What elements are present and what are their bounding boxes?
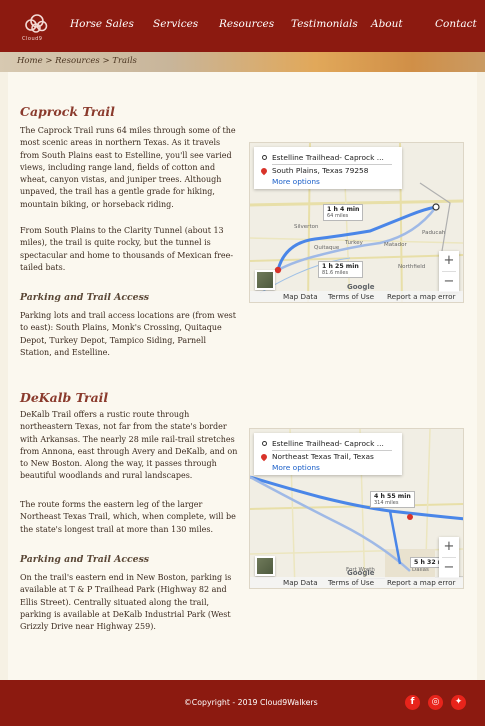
main-nav: Horse Sales Services Resources Testimoni… <box>0 18 485 34</box>
terms-of-use-link[interactable]: Terms of Use <box>328 578 374 587</box>
zoom-out-button[interactable]: − <box>439 272 459 292</box>
zoom-out-button[interactable]: − <box>439 558 459 578</box>
directions-origin[interactable]: Estelline Trailhead- Caprock ... <box>272 153 384 162</box>
route-info-box[interactable]: 4 h 55 min 314 miles <box>370 491 415 508</box>
caprock-paragraph-2: From South Plains to the Clarity Tunnel … <box>20 226 234 272</box>
instagram-icon[interactable]: ◎ <box>428 695 443 710</box>
origin-dot-icon <box>262 441 267 446</box>
satellite-toggle[interactable] <box>255 556 275 576</box>
route-distance: 314 miles <box>374 500 399 506</box>
route-time: 1 h 25 min <box>322 263 359 270</box>
destination-pin-icon <box>259 452 269 462</box>
dekalb-map[interactable]: Fort Worth Dallas 4 h 55 min 314 miles 5… <box>249 428 464 589</box>
nav-horse-sales[interactable]: Horse Sales <box>70 18 134 30</box>
caprock-access-title: Parking and Trail Access <box>20 292 150 303</box>
breadcrumb-separator: > <box>42 56 56 66</box>
origin-dot-icon <box>262 155 267 160</box>
nav-testimonials[interactable]: Testimonials <box>291 18 358 30</box>
directions-destination[interactable]: South Plains, Texas 79258 <box>272 166 368 175</box>
section-title-caprock: Caprock Trail <box>20 104 115 119</box>
caprock-access-text: Parking lots and trail access locations … <box>20 311 236 357</box>
google-attribution: Google <box>347 569 375 577</box>
zoom-in-button[interactable]: + <box>439 251 459 271</box>
section-title-dekalb: DeKalb Trail <box>20 390 109 405</box>
copyright-text: ©Copyright - 2019 Cloud9Walkers <box>184 698 318 707</box>
map-town-label: Silverton <box>294 224 319 230</box>
dekalb-paragraph-1: DeKalb Trail offers a rustic route throu… <box>20 410 238 481</box>
directions-card: Estelline Trailhead- Caprock ... Northea… <box>254 433 402 475</box>
zoom-control: + − <box>439 251 459 292</box>
map-footer: Map Data Terms of Use Report a map error <box>250 577 463 588</box>
report-map-error-link[interactable]: Report a map error <box>387 292 455 301</box>
logo-text: Cloud9 <box>22 36 43 42</box>
google-attribution: Google <box>347 283 375 291</box>
twitter-icon[interactable]: ✦ <box>451 695 466 710</box>
route-time: 1 h 4 min <box>327 206 360 213</box>
breadcrumb-separator: > <box>99 56 113 66</box>
breadcrumb: Home > Resources > Trails <box>17 56 137 66</box>
directions-divider <box>272 164 392 165</box>
nav-services[interactable]: Services <box>153 18 198 30</box>
hero-band: Home > Resources > Trails <box>0 52 485 72</box>
dekalb-access-text: On the trail's eastern end in New Boston… <box>20 573 232 632</box>
caprock-map[interactable]: Silverton Quitaque Turkey Matador Paduca… <box>249 142 464 303</box>
map-data-link[interactable]: Map Data <box>283 578 318 587</box>
dekalb-paragraph-2: The route forms the eastern leg of the l… <box>20 500 236 534</box>
directions-origin[interactable]: Estelline Trailhead- Caprock ... <box>272 439 384 448</box>
map-data-link[interactable]: Map Data <box>283 292 318 301</box>
route-info-box[interactable]: 1 h 25 min 81.6 miles <box>318 261 363 278</box>
report-map-error-link[interactable]: Report a map error <box>387 578 455 587</box>
breadcrumb-current: Trails <box>112 56 137 66</box>
zoom-in-button[interactable]: + <box>439 537 459 557</box>
dekalb-access-title: Parking and Trail Access <box>20 554 150 565</box>
site-header: Cloud9 Horse Sales Services Resources Te… <box>0 0 485 52</box>
route-distance: 64 miles <box>327 213 349 219</box>
destination-pin-icon <box>259 166 269 176</box>
map-town-label: Matador <box>384 242 407 248</box>
terms-of-use-link[interactable]: Terms of Use <box>328 292 374 301</box>
site-footer: ©Copyright - 2019 Cloud9Walkers f ◎ ✦ <box>0 680 485 726</box>
directions-destination[interactable]: Northeast Texas Trail, Texas <box>272 452 374 461</box>
facebook-icon[interactable]: f <box>405 695 420 710</box>
route-info-box[interactable]: 1 h 4 min 64 miles <box>323 204 364 221</box>
breadcrumb-resources[interactable]: Resources <box>55 56 100 66</box>
map-footer: Map Data Terms of Use Report a map error <box>250 291 463 302</box>
more-options-link[interactable]: More options <box>272 177 320 186</box>
zoom-control: + − <box>439 537 459 578</box>
more-options-link[interactable]: More options <box>272 463 320 472</box>
directions-card: Estelline Trailhead- Caprock ... South P… <box>254 147 402 189</box>
main-content: Caprock Trail The Caprock Trail runs 64 … <box>8 72 477 680</box>
nav-contact[interactable]: Contact <box>435 18 477 30</box>
directions-divider <box>272 450 392 451</box>
map-town-label: Northfield <box>398 264 426 270</box>
satellite-toggle[interactable] <box>255 270 275 290</box>
nav-resources[interactable]: Resources <box>219 18 274 30</box>
nav-about[interactable]: About <box>371 18 403 30</box>
map-town-label: Turkey <box>345 240 363 246</box>
caprock-paragraph-1: The Caprock Trail runs 64 miles through … <box>20 126 236 209</box>
map-town-label: Paducah <box>422 230 446 236</box>
route-time: 4 h 55 min <box>374 493 411 500</box>
map-town-label: Quitaque <box>314 245 340 251</box>
route-distance: 81.6 miles <box>322 270 349 276</box>
breadcrumb-home[interactable]: Home <box>17 56 43 66</box>
